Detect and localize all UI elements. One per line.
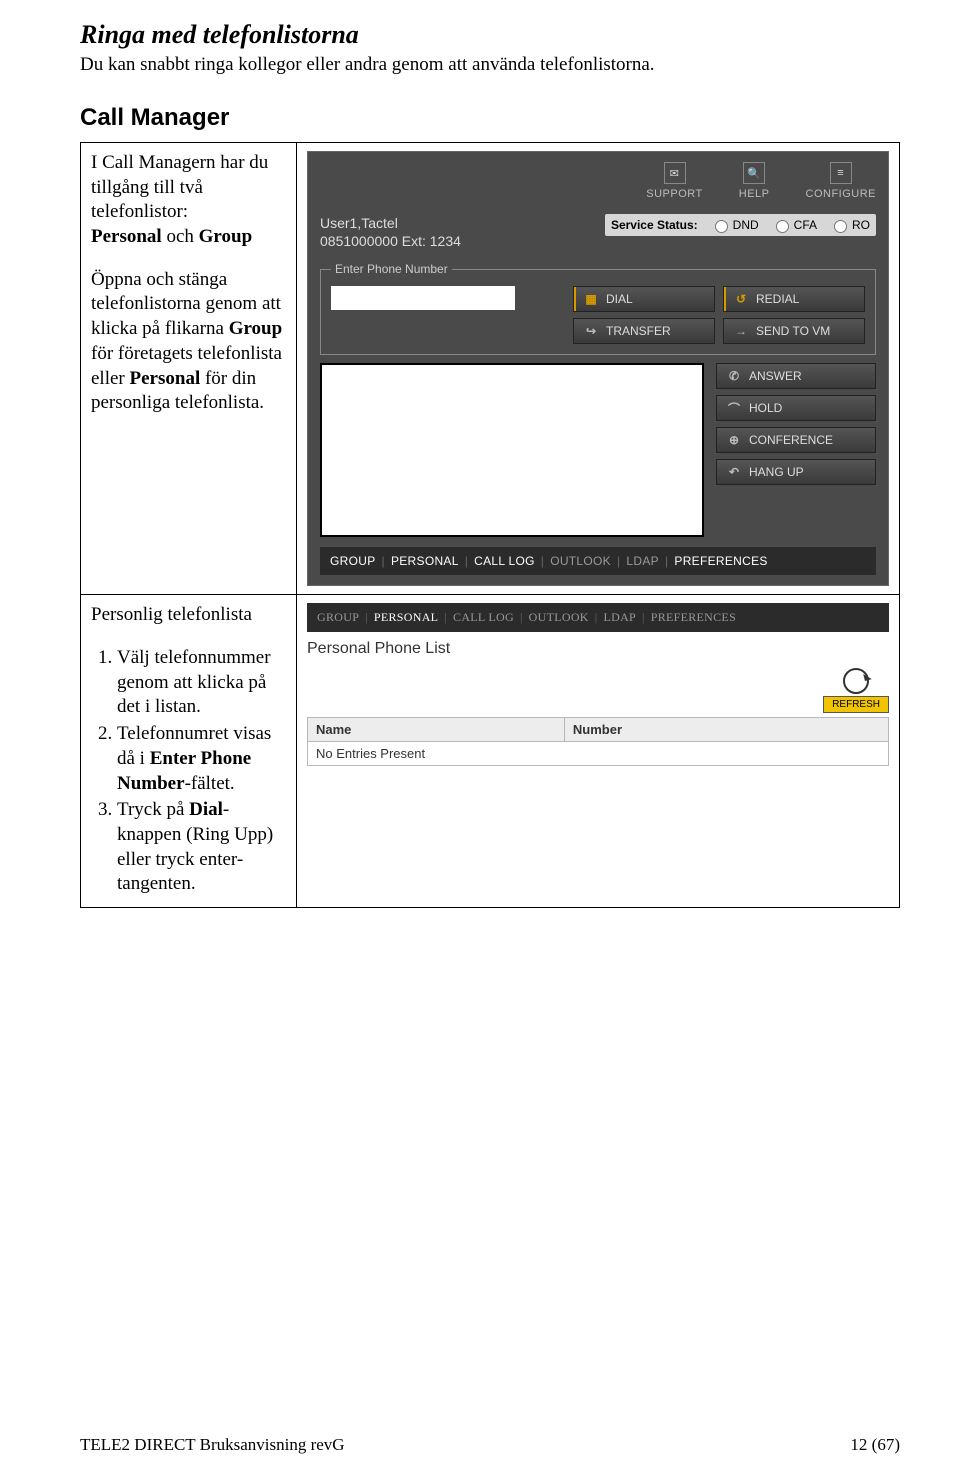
tab2-group[interactable]: GROUP bbox=[317, 610, 359, 625]
refresh-button[interactable]: REFRESH bbox=[823, 668, 889, 713]
status-cfa[interactable]: CFA bbox=[771, 217, 823, 233]
menu-icon: ≡ bbox=[830, 162, 852, 184]
tab-ldap[interactable]: LDAP bbox=[626, 554, 659, 568]
transfer-button[interactable]: ↪TRANSFER bbox=[573, 318, 715, 344]
tab2-call-log[interactable]: CALL LOG bbox=[453, 610, 514, 625]
phone-number-input[interactable] bbox=[331, 286, 515, 310]
desc-cell-2: Personlig telefonlista Välj telefonnumme… bbox=[81, 595, 297, 908]
refresh-icon bbox=[843, 668, 869, 694]
tab-preferences[interactable]: PREFERENCES bbox=[674, 554, 767, 568]
tab-personal[interactable]: PERSONAL bbox=[391, 554, 459, 568]
tab2-preferences[interactable]: PREFERENCES bbox=[651, 610, 736, 625]
step-3: Tryck på Dial-knappen (Ring Upp) eller t… bbox=[117, 798, 286, 897]
tab-call-log[interactable]: CALL LOG bbox=[474, 554, 535, 568]
service-status: Service Status: DND CFA RO bbox=[605, 214, 876, 236]
conference-icon: ⊕ bbox=[727, 433, 741, 447]
user-info: User1,Tactel 0851000000 Ext: 1234 bbox=[320, 214, 461, 250]
status-ro[interactable]: RO bbox=[829, 217, 876, 233]
hangup-icon: ↶ bbox=[727, 465, 741, 479]
tabs-bar-2: GROUP| PERSONAL| CALL LOG| OUTLOOK| LDAP… bbox=[307, 603, 889, 632]
col-number: Number bbox=[564, 718, 888, 742]
arrow-right-icon: → bbox=[734, 324, 748, 338]
table-row: No Entries Present bbox=[308, 742, 889, 766]
status-dnd[interactable]: DND bbox=[710, 217, 765, 233]
hold-icon: ⌒ bbox=[727, 400, 741, 417]
tab2-ldap[interactable]: LDAP bbox=[603, 610, 636, 625]
personal-phone-table: Name Number No Entries Present bbox=[307, 717, 889, 766]
tab-group[interactable]: GROUP bbox=[330, 554, 376, 568]
desc-cell-1: I Call Managern har du tillgång till två… bbox=[81, 143, 297, 595]
search-icon: 🔍 bbox=[743, 162, 765, 184]
screenshot-cell-1: ✉ SUPPORT 🔍 HELP ≡ CONFIGURE bbox=[297, 143, 900, 595]
section-heading: Call Manager bbox=[80, 104, 900, 132]
mail-icon: ✉ bbox=[664, 162, 686, 184]
tabs-bar: GROUP| PERSONAL| CALL LOG| OUTLOOK| LDAP… bbox=[320, 547, 876, 575]
screenshot-cell-2: GROUP| PERSONAL| CALL LOG| OUTLOOK| LDAP… bbox=[297, 595, 900, 908]
col-name: Name bbox=[308, 718, 565, 742]
desc2-heading: Personlig telefonlista bbox=[91, 603, 286, 628]
steps-list: Välj telefonnummer genom att klicka på d… bbox=[91, 646, 286, 897]
support-link[interactable]: ✉ SUPPORT bbox=[646, 162, 702, 200]
step-1: Välj telefonnummer genom att klicka på d… bbox=[117, 646, 286, 720]
dial-button[interactable]: ▦DIAL bbox=[573, 286, 715, 312]
redial-icon: ↺ bbox=[734, 292, 748, 306]
personal-list-title: Personal Phone List bbox=[307, 640, 889, 658]
footer-right: 12 (67) bbox=[850, 1435, 900, 1455]
step-2: Telefonnumret visas då i Enter Phone Num… bbox=[117, 722, 286, 796]
help-link[interactable]: 🔍 HELP bbox=[739, 162, 770, 200]
send-to-vm-button[interactable]: →SEND TO VM bbox=[723, 318, 865, 344]
phone-icon: ✆ bbox=[727, 369, 741, 383]
tab2-personal[interactable]: PERSONAL bbox=[374, 610, 438, 625]
call-manager-panel: ✉ SUPPORT 🔍 HELP ≡ CONFIGURE bbox=[307, 151, 889, 586]
desc1-group: Group bbox=[199, 226, 253, 247]
page-title: Ringa med telefonlistorna bbox=[80, 20, 900, 50]
conference-button[interactable]: ⊕CONFERENCE bbox=[716, 427, 876, 453]
tab2-outlook[interactable]: OUTLOOK bbox=[529, 610, 589, 625]
desc1-personal: Personal bbox=[91, 226, 162, 247]
transfer-icon: ↪ bbox=[584, 324, 598, 338]
configure-link[interactable]: ≡ CONFIGURE bbox=[806, 162, 877, 200]
redial-button[interactable]: ↺REDIAL bbox=[723, 286, 865, 312]
desc1-text: I Call Managern har du tillgång till två… bbox=[91, 152, 268, 222]
enter-phone-legend: Enter Phone Number bbox=[331, 262, 452, 276]
answer-button[interactable]: ✆ANSWER bbox=[716, 363, 876, 389]
footer-left: TELE2 DIRECT Bruksanvisning revG bbox=[80, 1435, 345, 1455]
hangup-button[interactable]: ↶HANG UP bbox=[716, 459, 876, 485]
hold-button[interactable]: ⌒HOLD bbox=[716, 395, 876, 421]
enter-phone-fieldset: Enter Phone Number ▦DIAL ↺REDIAL bbox=[320, 262, 876, 355]
grid-icon: ▦ bbox=[584, 292, 598, 306]
intro-text: Du kan snabbt ringa kollegor eller andra… bbox=[80, 54, 900, 76]
empty-row: No Entries Present bbox=[308, 742, 889, 766]
call-list-area bbox=[320, 363, 704, 537]
tab-outlook[interactable]: OUTLOOK bbox=[550, 554, 611, 568]
